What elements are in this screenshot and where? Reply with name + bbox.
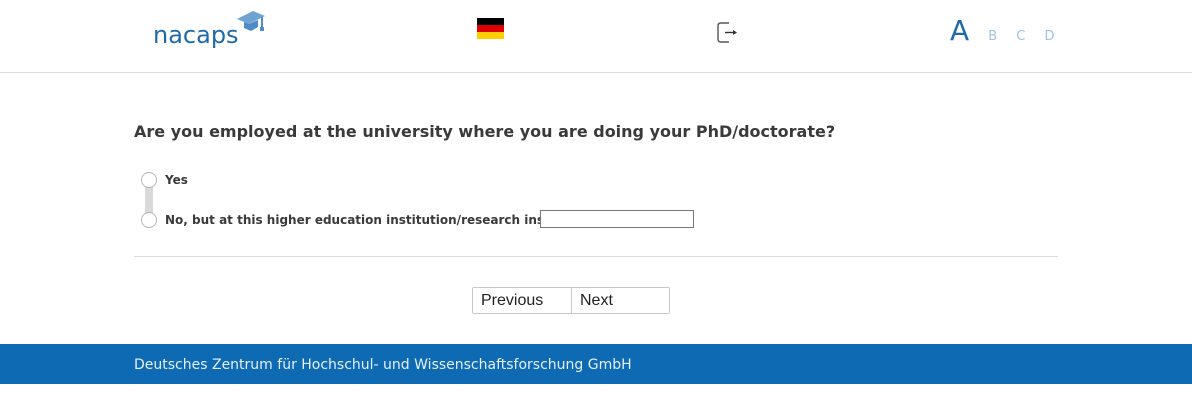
option-other-institution-label[interactable]: No, but at this higher education institu… bbox=[165, 213, 600, 227]
font-size-b[interactable]: B bbox=[988, 29, 997, 44]
footer: Deutsches Zentrum für Hochschul- und Wis… bbox=[0, 344, 1192, 384]
navigation-buttons: Previous Next bbox=[472, 287, 670, 314]
graduation-cap-icon bbox=[237, 11, 265, 31]
footer-text: Deutsches Zentrum für Hochschul- und Wis… bbox=[134, 357, 632, 373]
divider bbox=[134, 256, 1058, 257]
logo-text: nacaps bbox=[153, 21, 239, 49]
radio-other-institution[interactable] bbox=[141, 212, 157, 228]
header: nacaps A B C D bbox=[0, 0, 1192, 73]
font-size-a[interactable]: A bbox=[950, 14, 969, 47]
german-flag-icon[interactable] bbox=[477, 18, 504, 39]
option-yes-label[interactable]: Yes bbox=[165, 173, 188, 187]
font-size-selector: A B C D bbox=[950, 14, 1054, 47]
next-button[interactable]: Next bbox=[571, 288, 669, 313]
previous-button[interactable]: Previous bbox=[473, 288, 571, 313]
font-size-d[interactable]: D bbox=[1044, 29, 1054, 44]
font-size-c[interactable]: C bbox=[1016, 29, 1025, 44]
logout-icon[interactable] bbox=[717, 22, 739, 43]
question-text: Are you employed at the university where… bbox=[134, 122, 836, 141]
radio-yes[interactable] bbox=[141, 172, 157, 188]
institution-input[interactable] bbox=[540, 210, 694, 228]
